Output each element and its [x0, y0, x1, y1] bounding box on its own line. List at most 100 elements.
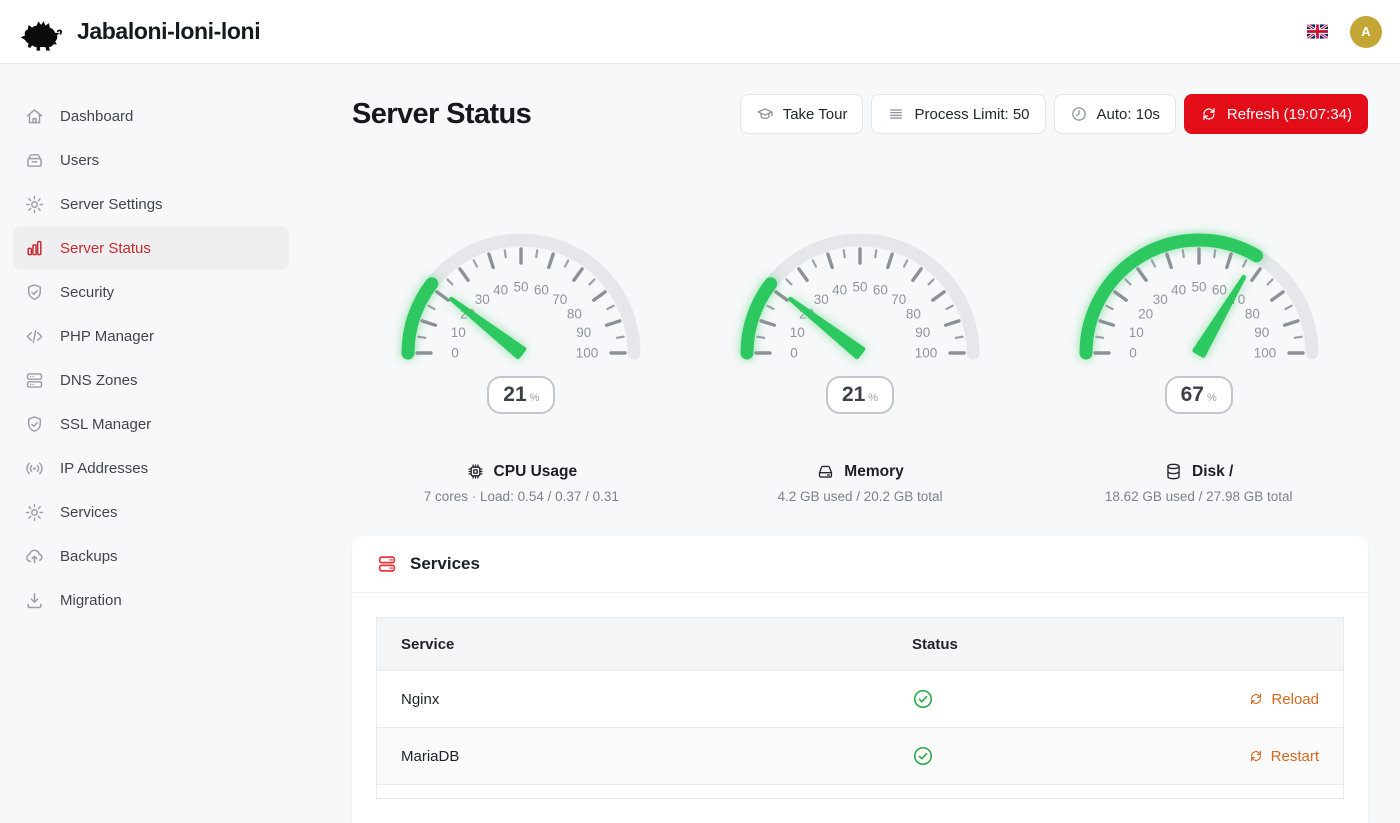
- toolbar: Take Tour Process Limit: 50 Auto: 10s Refre…: [740, 94, 1368, 134]
- table-row-mariadb: MariaDBRestart: [377, 727, 1343, 784]
- gauge-title: Memory: [816, 462, 903, 481]
- svg-text:100: 100: [1253, 346, 1276, 361]
- uk-flag-icon[interactable]: [1307, 24, 1328, 39]
- sidebar-item-migration[interactable]: Migration: [13, 578, 289, 622]
- sidebar-item-users[interactable]: Users: [13, 138, 289, 182]
- table-row-nginx: Nginx Reload: [377, 670, 1343, 727]
- shield-check-icon: [24, 414, 45, 435]
- list-icon: [887, 105, 905, 123]
- sidebar-item-dashboard[interactable]: Dashboard: [13, 94, 289, 138]
- avatar[interactable]: A: [1350, 16, 1382, 48]
- sidebar-item-label: Server Status: [60, 240, 151, 257]
- sidebar-item-ssl-manager[interactable]: SSL Manager: [13, 402, 289, 446]
- sidebar-item-label: Server Settings: [60, 196, 163, 213]
- auto-refresh-button[interactable]: Auto: 10s: [1054, 94, 1176, 134]
- brand-title: Jabaloni-loni-loni: [77, 18, 260, 45]
- sidebar-item-label: DNS Zones: [60, 372, 138, 389]
- graduation-cap-icon: [756, 105, 774, 123]
- sidebar-item-backups[interactable]: Backups: [13, 534, 289, 578]
- gauge-value-pill: 21%: [826, 376, 894, 414]
- restart-action-link[interactable]: Restart: [1248, 748, 1319, 765]
- sidebar-item-dns-zones[interactable]: DNS Zones: [13, 358, 289, 402]
- gauge-cpu-usage: 010203040506070809010021%CPU Usage7 core…: [352, 220, 691, 504]
- column-header-service: Service: [377, 636, 912, 653]
- sidebar-item-php-manager[interactable]: PHP Manager: [13, 314, 289, 358]
- sidebar-item-security[interactable]: Security: [13, 270, 289, 314]
- gauge-title: Disk /: [1164, 462, 1233, 481]
- gauge-title: CPU Usage: [466, 462, 578, 481]
- services-icon: [376, 553, 398, 575]
- svg-text:90: 90: [577, 325, 592, 340]
- code-icon: [24, 326, 45, 347]
- sidebar: Dashboard Users Server Settings Server Stat…: [0, 64, 305, 800]
- gauge-unit: %: [530, 392, 540, 404]
- gauge-subtitle: 18.62 GB used / 27.98 GB total: [1105, 489, 1293, 504]
- cloud-upload-icon: [24, 546, 45, 567]
- hard-drive-icon: [816, 462, 835, 481]
- svg-text:10: 10: [451, 325, 466, 340]
- svg-text:40: 40: [832, 283, 847, 298]
- gauge-chart: 0102030405060708090100: [1059, 220, 1339, 370]
- svg-text:80: 80: [567, 307, 582, 322]
- gauge-value: 21: [503, 383, 526, 407]
- svg-text:20: 20: [1138, 307, 1153, 322]
- sidebar-item-label: Migration: [60, 592, 122, 609]
- sidebar-item-label: IP Addresses: [60, 460, 148, 477]
- svg-text:100: 100: [915, 346, 938, 361]
- services-card-body: Service Status Nginx Reload MariaDBRestart: [352, 593, 1368, 823]
- gauge-value-pill: 21%: [487, 376, 555, 414]
- refresh-icon: [1248, 748, 1264, 764]
- svg-text:80: 80: [1245, 307, 1260, 322]
- svg-text:60: 60: [534, 283, 549, 298]
- refresh-button[interactable]: Refresh (19:07:34): [1184, 94, 1368, 134]
- sidebar-item-label: Security: [60, 284, 114, 301]
- sidebar-item-ip-addresses[interactable]: IP Addresses: [13, 446, 289, 490]
- svg-text:10: 10: [790, 325, 805, 340]
- gauge-memory: 010203040506070809010021%Memory4.2 GB us…: [691, 220, 1030, 504]
- gauge-value: 67: [1181, 383, 1204, 407]
- svg-text:40: 40: [493, 283, 508, 298]
- column-header-status: Status: [912, 636, 1343, 653]
- archive-box-icon: [24, 150, 45, 171]
- top-bar: Jabaloni-loni-loni A: [0, 0, 1400, 64]
- table-row-partial: [377, 784, 1343, 798]
- svg-text:30: 30: [475, 292, 490, 307]
- services-card: Services Service Status Nginx Reload Maria…: [352, 536, 1368, 823]
- take-tour-button[interactable]: Take Tour: [740, 94, 864, 134]
- svg-text:50: 50: [852, 280, 867, 295]
- refresh-icon: [1248, 691, 1264, 707]
- gauges-row: 010203040506070809010021%CPU Usage7 core…: [352, 220, 1368, 504]
- sidebar-item-services[interactable]: Services: [13, 490, 289, 534]
- services-title: Services: [410, 554, 480, 574]
- boar-logo-icon: [18, 13, 64, 51]
- svg-text:90: 90: [1254, 325, 1269, 340]
- svg-text:60: 60: [1212, 283, 1227, 298]
- gauge-disk: 010203040506070809010067%Disk /18.62 GB …: [1029, 220, 1368, 504]
- button-label: Process Limit: 50: [914, 106, 1029, 123]
- sidebar-item-server-settings[interactable]: Server Settings: [13, 182, 289, 226]
- gauge-value: 21: [842, 383, 865, 407]
- svg-text:40: 40: [1171, 283, 1186, 298]
- button-label: Auto: 10s: [1097, 106, 1160, 123]
- gauge-unit: %: [868, 392, 878, 404]
- svg-text:10: 10: [1128, 325, 1143, 340]
- bar-chart-icon: [24, 238, 45, 259]
- reload-action-link[interactable]: Reload: [1248, 691, 1319, 708]
- sidebar-item-label: Backups: [60, 548, 118, 565]
- sidebar-item-server-status[interactable]: Server Status: [13, 226, 289, 270]
- gauge-chart: 0102030405060708090100: [720, 220, 1000, 370]
- clock-icon: [1070, 105, 1088, 123]
- home-icon: [24, 106, 45, 127]
- sidebar-item-label: PHP Manager: [60, 328, 154, 345]
- service-name: Nginx: [377, 691, 912, 708]
- gauge-subtitle: 7 cores · Load: 0.54 / 0.37 / 0.31: [424, 489, 619, 504]
- svg-text:0: 0: [790, 346, 798, 361]
- svg-text:80: 80: [906, 307, 921, 322]
- svg-text:60: 60: [873, 283, 888, 298]
- shield-check-icon: [24, 282, 45, 303]
- brand: Jabaloni-loni-loni: [18, 13, 260, 51]
- main-content: Server Status Take TourProcess Limit: 50…: [305, 64, 1400, 800]
- sidebar-item-label: Dashboard: [60, 108, 133, 125]
- svg-text:90: 90: [915, 325, 930, 340]
- process-limit-button[interactable]: Process Limit: 50: [871, 94, 1045, 134]
